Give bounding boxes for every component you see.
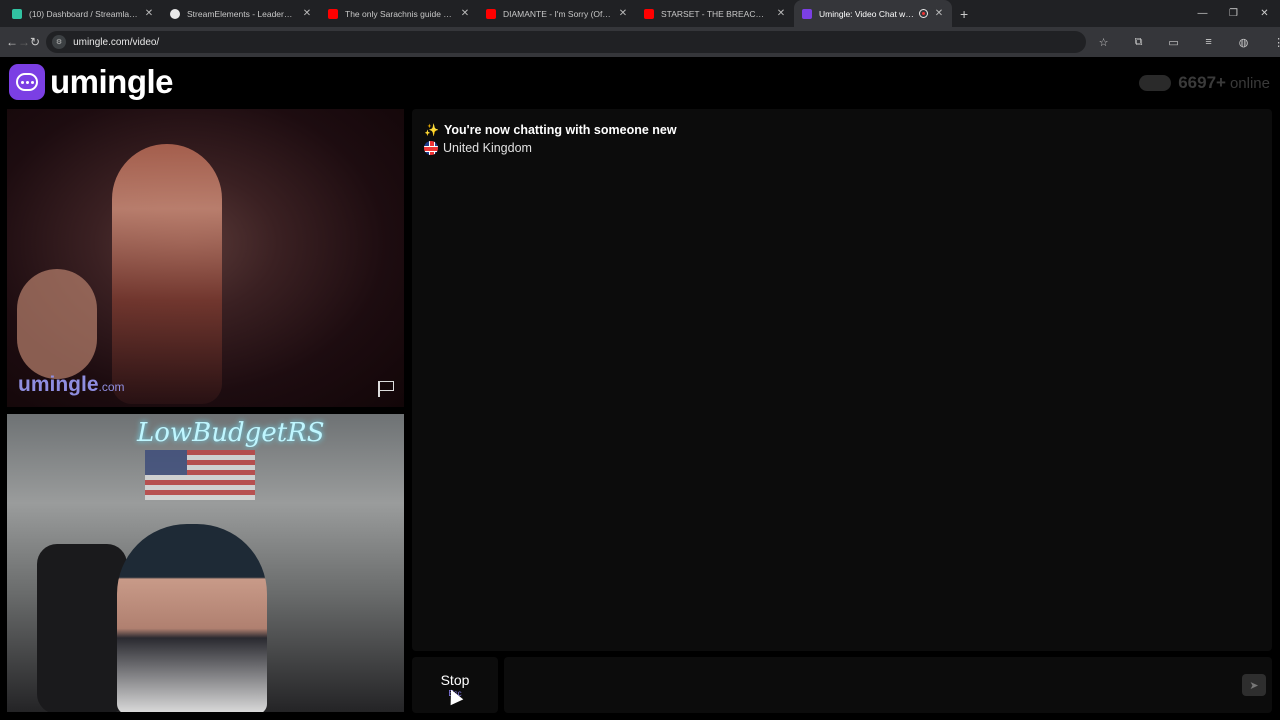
restore-icon[interactable]: ❐ bbox=[1218, 0, 1249, 27]
country-name: United Kingdom bbox=[443, 141, 532, 155]
stop-label: Stop bbox=[440, 672, 470, 688]
wall-flag bbox=[145, 450, 255, 500]
close-window-icon[interactable]: ✕ bbox=[1249, 0, 1280, 27]
close-tab-icon[interactable]: ✕ bbox=[144, 8, 154, 19]
online-label: online bbox=[1229, 74, 1270, 92]
browser-tab-2[interactable]: StreamElements - Leaderboard ✕ bbox=[162, 0, 320, 27]
stranger-country: United Kingdom bbox=[424, 141, 1260, 155]
youtube-favicon-icon bbox=[328, 8, 338, 19]
close-tab-icon[interactable]: ✕ bbox=[934, 8, 944, 19]
extensions-icon[interactable]: ⧉ bbox=[1121, 30, 1156, 54]
close-tab-icon[interactable]: ✕ bbox=[618, 8, 628, 19]
close-tab-icon[interactable]: ✕ bbox=[302, 8, 312, 19]
tab-title: STARSET - THE BREACH (Officia bbox=[661, 8, 770, 19]
gaming-chair bbox=[37, 544, 127, 712]
browser-tab-strip: (10) Dashboard / Streamlabs ✕ StreamElem… bbox=[0, 0, 1280, 27]
self-video: LowBudgetRS bbox=[7, 414, 404, 712]
send-icon[interactable]: ➤ bbox=[1242, 674, 1266, 696]
reload-icon[interactable]: ↻ bbox=[30, 30, 40, 54]
theme-toggle[interactable] bbox=[1139, 75, 1172, 91]
chat-log: ✨ You're now chatting with someone new U… bbox=[412, 109, 1272, 651]
stranger-figure bbox=[112, 144, 222, 404]
recording-indicator-icon bbox=[919, 9, 928, 18]
message-input[interactable] bbox=[504, 657, 1272, 713]
stranger-hand bbox=[17, 269, 97, 379]
profile-icon[interactable]: ◍ bbox=[1226, 30, 1261, 54]
browser-tools: ☆ ⧉ ▭ ≡ ◍ ⋮ bbox=[1086, 30, 1280, 54]
tab-title: The only Sarachnis guide you n bbox=[345, 8, 454, 19]
online-count: 6697+ bbox=[1178, 73, 1226, 92]
watermark-suffix: .com bbox=[98, 380, 125, 394]
tab-title: (10) Dashboard / Streamlabs bbox=[29, 8, 138, 19]
online-indicator: 6697+ online bbox=[1139, 73, 1270, 93]
bookmark-star-icon[interactable]: ☆ bbox=[1086, 30, 1121, 54]
streamlabs-favicon-icon bbox=[12, 8, 22, 19]
youtube-favicon-icon bbox=[644, 8, 654, 19]
tab-title: Umingle: Video Chat with S bbox=[819, 8, 915, 19]
browser-tab-3[interactable]: The only Sarachnis guide you n ✕ bbox=[320, 0, 478, 27]
menu-kebab-icon[interactable]: ⋮ bbox=[1261, 30, 1280, 54]
url-text: umingle.com/video/ bbox=[73, 36, 160, 48]
tab-title: DIAMANTE - I'm Sorry (Official bbox=[503, 8, 612, 19]
stranger-video: umingle.com bbox=[7, 109, 404, 407]
system-message: ✨ You're now chatting with someone new bbox=[424, 123, 1260, 137]
browser-tab-6-active[interactable]: Umingle: Video Chat with S ✕ bbox=[794, 0, 952, 27]
minimize-icon[interactable]: — bbox=[1187, 0, 1218, 27]
report-flag-icon[interactable] bbox=[378, 381, 396, 397]
umingle-page: umingle 6697+ online umingle.com LowBudg… bbox=[0, 57, 1280, 720]
watermark-main: umingle bbox=[18, 373, 99, 396]
browser-tab-1[interactable]: (10) Dashboard / Streamlabs ✕ bbox=[4, 0, 162, 27]
address-bar[interactable]: ⚙ umingle.com/video/ bbox=[46, 31, 1087, 53]
close-tab-icon[interactable]: ✕ bbox=[776, 8, 786, 19]
window-controls: — ❐ ✕ bbox=[1187, 0, 1280, 27]
chat-bubble-logo-icon bbox=[9, 64, 45, 100]
system-message-text: You're now chatting with someone new bbox=[443, 123, 677, 137]
forward-arrow-icon[interactable]: → bbox=[18, 30, 30, 54]
site-info-icon[interactable]: ⚙ bbox=[52, 35, 67, 49]
new-tab-icon[interactable]: + bbox=[960, 0, 968, 27]
youtube-favicon-icon bbox=[486, 8, 496, 19]
media-control-icon[interactable]: ≡ bbox=[1191, 30, 1226, 54]
close-tab-icon[interactable]: ✕ bbox=[460, 8, 470, 19]
self-figure bbox=[117, 524, 267, 712]
tab-title: StreamElements - Leaderboard bbox=[187, 8, 296, 19]
browser-toolbar: ← → ↻ ⚙ umingle.com/video/ ☆ ⧉ ▭ ≡ ◍ ⋮ bbox=[0, 27, 1280, 57]
browser-tab-5[interactable]: STARSET - THE BREACH (Officia ✕ bbox=[636, 0, 794, 27]
uk-flag-icon bbox=[424, 141, 438, 155]
video-watermark: umingle.com bbox=[18, 373, 125, 397]
sparkle-icon: ✨ bbox=[424, 123, 439, 137]
streamelements-favicon-icon bbox=[170, 8, 180, 19]
site-logo[interactable]: umingle bbox=[9, 63, 174, 101]
sidebar-icon[interactable]: ▭ bbox=[1156, 30, 1191, 54]
stop-button[interactable]: Stop Esc bbox=[412, 657, 498, 713]
logo-text: umingle bbox=[50, 63, 174, 100]
back-arrow-icon[interactable]: ← bbox=[6, 30, 18, 54]
umingle-favicon-icon bbox=[802, 8, 812, 19]
browser-tab-4[interactable]: DIAMANTE - I'm Sorry (Official ✕ bbox=[478, 0, 636, 27]
neon-sign: LowBudgetRS bbox=[137, 418, 325, 448]
